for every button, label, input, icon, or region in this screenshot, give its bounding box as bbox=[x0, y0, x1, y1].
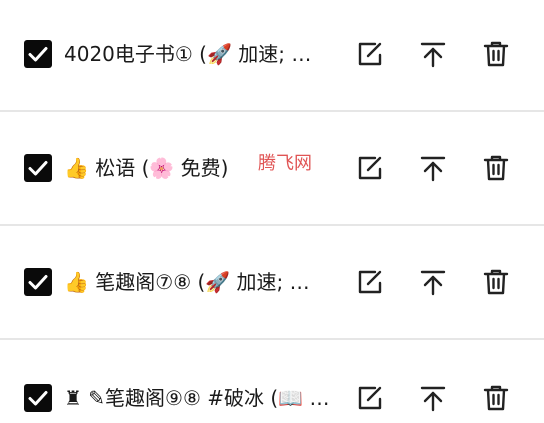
edit-icon bbox=[358, 386, 382, 410]
arrow-to-top-icon bbox=[420, 270, 446, 296]
arrow-to-top-icon bbox=[420, 386, 446, 412]
arrow-to-top-icon bbox=[420, 42, 446, 68]
move-to-top-button[interactable] bbox=[417, 152, 449, 184]
delete-button[interactable] bbox=[480, 266, 512, 298]
checkbox-checked-icon[interactable] bbox=[24, 154, 52, 182]
list-item: ♜ ✎笔趣阁⑨⑧ #破冰 (📖 … bbox=[0, 342, 544, 423]
trash-icon bbox=[483, 155, 509, 181]
divider bbox=[0, 338, 544, 340]
trash-icon bbox=[483, 385, 509, 411]
checkbox-checked-icon[interactable] bbox=[24, 384, 52, 412]
list-item-label: 👍 笔趣阁⑦⑧ (🚀 加速; … bbox=[64, 270, 310, 294]
edit-button[interactable] bbox=[354, 266, 386, 298]
list-item: 👍 笔趣阁⑦⑧ (🚀 加速; … bbox=[0, 228, 544, 340]
trash-icon bbox=[483, 41, 509, 67]
delete-button[interactable] bbox=[480, 382, 512, 414]
edit-button[interactable] bbox=[354, 382, 386, 414]
move-to-top-button[interactable] bbox=[417, 382, 449, 414]
edit-button[interactable] bbox=[354, 152, 386, 184]
list-item: 4020电子书① (🚀 加速; … bbox=[0, 0, 544, 112]
checkbox-checked-icon[interactable] bbox=[24, 268, 52, 296]
edit-icon bbox=[358, 270, 382, 294]
divider bbox=[0, 110, 544, 112]
edit-icon bbox=[358, 42, 382, 66]
source-list: 4020电子书① (🚀 加速; … 👍 松语 (🌸 免费) 👍 笔趣阁⑦⑧ (🚀… bbox=[0, 0, 544, 423]
delete-button[interactable] bbox=[480, 152, 512, 184]
list-item-label: ♜ ✎笔趣阁⑨⑧ #破冰 (📖 … bbox=[64, 386, 330, 410]
edit-icon bbox=[358, 156, 382, 180]
trash-icon bbox=[483, 269, 509, 295]
divider bbox=[0, 224, 544, 226]
arrow-to-top-icon bbox=[420, 156, 446, 182]
move-to-top-button[interactable] bbox=[417, 266, 449, 298]
checkbox-checked-icon[interactable] bbox=[24, 40, 52, 68]
list-item-label: 4020电子书① (🚀 加速; … bbox=[64, 42, 312, 66]
delete-button[interactable] bbox=[480, 38, 512, 70]
watermark: 腾飞网 bbox=[258, 153, 312, 174]
move-to-top-button[interactable] bbox=[417, 38, 449, 70]
edit-button[interactable] bbox=[354, 38, 386, 70]
